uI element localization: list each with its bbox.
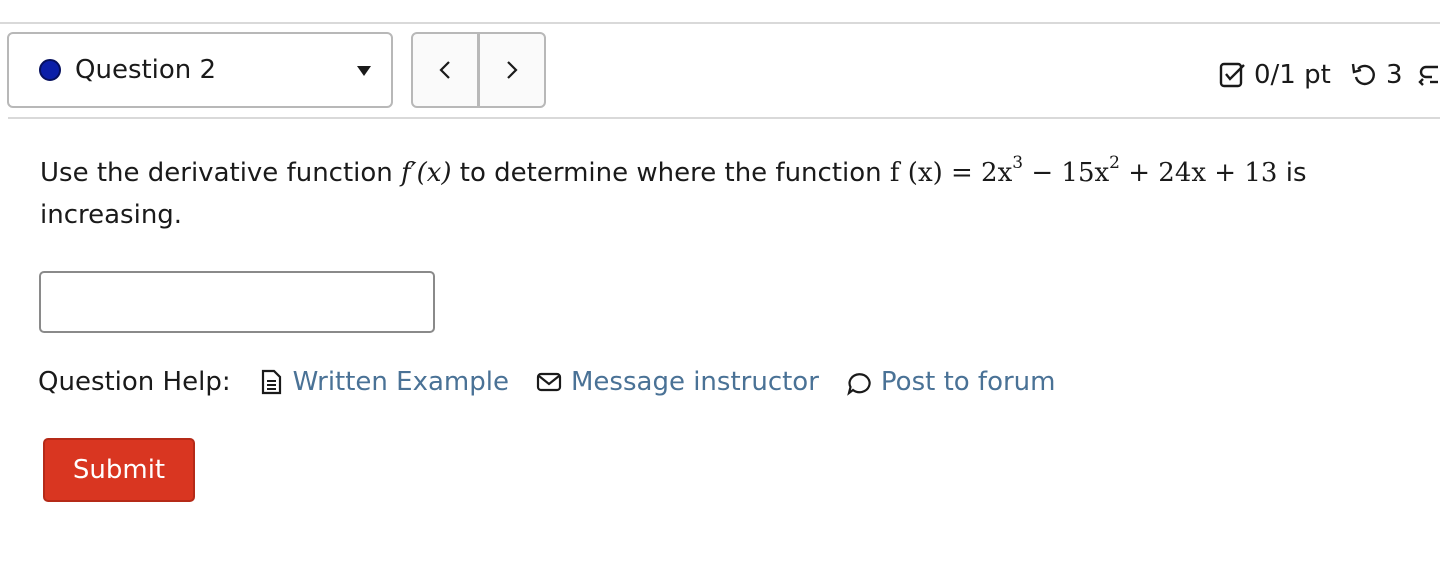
function-term: + 24x + 13 — [1119, 158, 1278, 188]
question-help: Question Help: Written Example Message i… — [38, 360, 1082, 404]
question-selector-label: Question 2 — [75, 55, 217, 85]
question-help-label: Question Help: — [38, 367, 231, 397]
document-icon — [261, 369, 281, 395]
question-text-part: to determine where the function — [459, 158, 882, 188]
submit-button[interactable]: Submit — [43, 438, 195, 502]
caret-down-icon — [357, 66, 371, 76]
exponent: 3 — [1012, 153, 1024, 173]
retries-count: 3 — [1386, 60, 1403, 90]
score-text: 0/1 pt — [1254, 60, 1331, 90]
checkbox-icon — [1219, 62, 1245, 88]
score-indicator: 0/1 pt — [1218, 58, 1331, 92]
exponent: 2 — [1109, 153, 1120, 173]
function-term: f (x) = 2x — [889, 158, 1013, 188]
message-instructor-link[interactable]: Message instructor — [535, 367, 819, 397]
speech-bubble-icon — [847, 373, 871, 396]
more-icon[interactable] — [1418, 62, 1440, 90]
retry-icon — [1351, 63, 1375, 86]
status-dot-icon — [39, 59, 61, 81]
retries-indicator: 3 — [1350, 58, 1403, 92]
header-divider — [8, 117, 1440, 119]
question-nav — [411, 32, 546, 108]
question-text: Use the derivative function f′(x) to det… — [40, 152, 1410, 236]
chevron-left-icon — [439, 61, 450, 79]
post-to-forum-label: Post to forum — [880, 367, 1056, 397]
post-to-forum-link[interactable]: Post to forum — [845, 367, 1056, 397]
answer-field[interactable] — [39, 271, 435, 333]
answer-input[interactable] — [41, 273, 433, 331]
next-question-button[interactable] — [477, 34, 544, 106]
written-example-link[interactable]: Written Example — [257, 367, 509, 397]
top-divider — [0, 22, 1440, 24]
derivative-expression: f′(x) — [401, 158, 451, 188]
derivative-expression-text: f′(x) — [401, 158, 452, 188]
question-selector[interactable]: Question 2 — [7, 32, 393, 108]
message-instructor-label: Message instructor — [570, 367, 819, 397]
function-expression: f (x) = 2x3 − 15x2 + 24x + 13 — [889, 155, 1278, 189]
previous-question-button[interactable] — [413, 34, 477, 106]
written-example-label: Written Example — [292, 367, 509, 397]
envelope-icon — [536, 372, 562, 392]
chevron-right-icon — [507, 61, 518, 79]
function-term: − 15x — [1023, 158, 1110, 188]
question-text-part: Use the derivative function — [40, 158, 393, 188]
